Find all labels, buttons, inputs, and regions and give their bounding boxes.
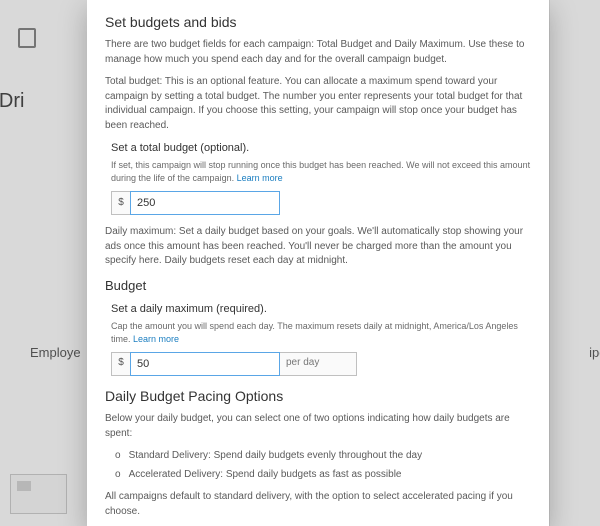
- daily-max-heading: Set a daily maximum (required).: [111, 302, 531, 318]
- total-budget-field: $: [111, 191, 531, 215]
- pacing-bullet-standard: Standard Delivery: Spend daily budgets e…: [115, 449, 531, 464]
- total-budget-input[interactable]: [130, 191, 280, 215]
- currency-prefix-daily: $: [111, 352, 130, 376]
- total-learn-more-link[interactable]: Learn more: [237, 173, 283, 183]
- budget-heading: Budget: [105, 277, 531, 296]
- pacing-intro: Below your daily budget, you can select …: [105, 412, 531, 441]
- currency-prefix: $: [111, 191, 130, 215]
- total-budget-heading: Set a total budget (optional).: [111, 141, 531, 157]
- per-day-suffix: per day: [280, 352, 357, 376]
- total-budget-hint-text: If set, this campaign will stop running …: [111, 160, 530, 183]
- pacing-default-note: All campaigns default to standard delive…: [105, 490, 531, 519]
- pacing-bullet-accel: Accelerated Delivery: Spend daily budget…: [115, 468, 531, 483]
- total-budget-desc: Total budget: This is an optional featur…: [105, 75, 531, 133]
- daily-learn-more-link[interactable]: Learn more: [133, 334, 179, 344]
- intro-text: There are two budget fields for each cam…: [105, 38, 531, 67]
- daily-max-hint: Cap the amount you will spend each day. …: [111, 320, 531, 346]
- daily-max-input[interactable]: [130, 352, 280, 376]
- budgets-modal: Set budgets and bids There are two budge…: [87, 0, 549, 526]
- daily-max-field: $ per day: [111, 352, 531, 376]
- modal-title: Set budgets and bids: [105, 12, 531, 32]
- daily-intro-text: Daily maximum: Set a daily budget based …: [105, 225, 531, 269]
- total-budget-hint: If set, this campaign will stop running …: [111, 159, 531, 185]
- pacing-title: Daily Budget Pacing Options: [105, 386, 531, 406]
